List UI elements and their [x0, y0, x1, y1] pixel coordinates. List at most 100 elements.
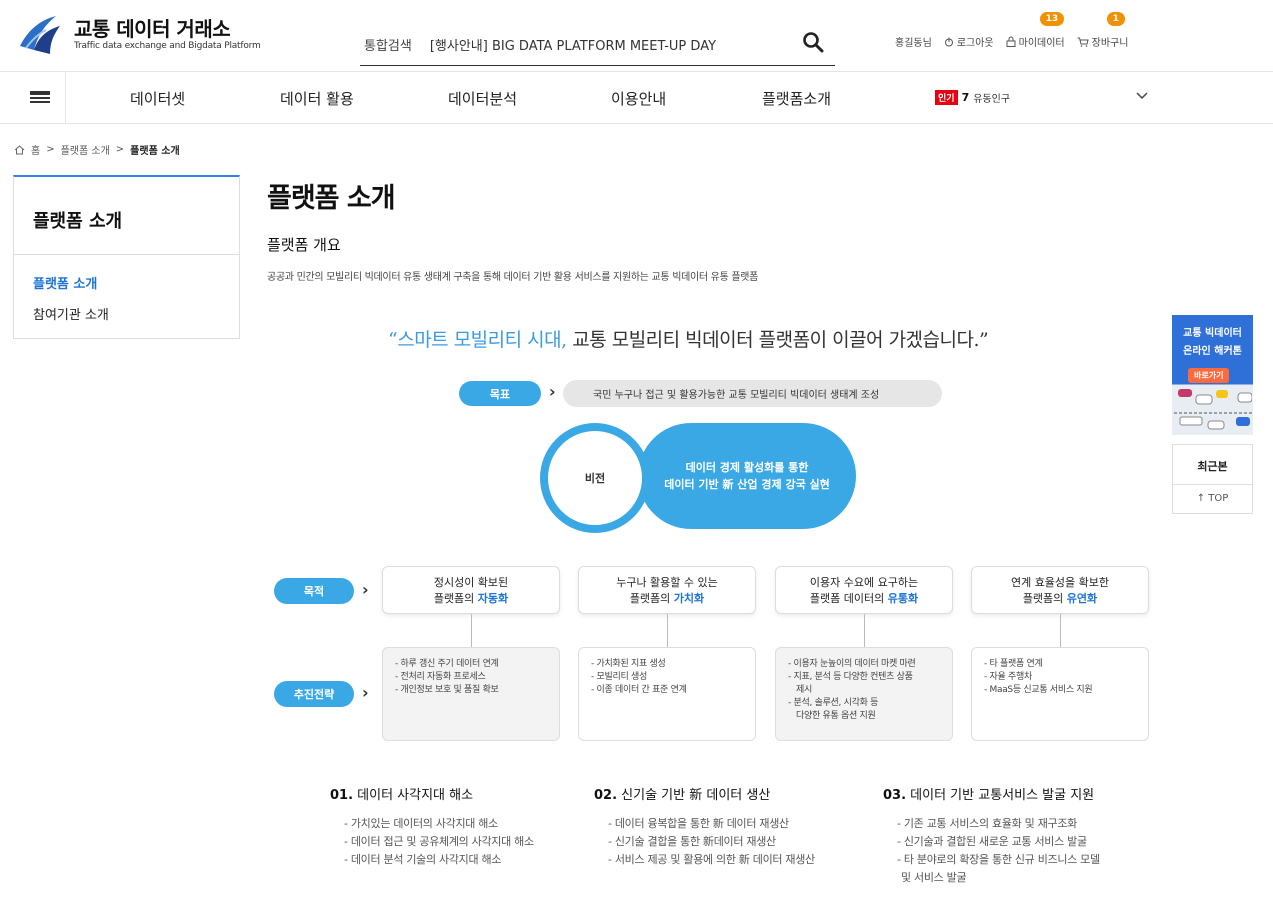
column-item: - 데이터 융복합을 통한 新 데이터 재생산: [608, 817, 789, 830]
column-item: - 가치있는 데이터의 사각지대 해소: [344, 817, 498, 830]
main-nav: 데이터셋 데이터 활용 데이터분석 이용안내 플랫폼소개 인기 7 유동인구: [0, 72, 1273, 124]
vision-line2: 데이터 기반 新 산업 경제 강국 실현: [664, 478, 830, 491]
search-input[interactable]: [429, 37, 790, 52]
purpose-keyword: 유연화: [1066, 592, 1098, 605]
trend-word: 유동인구: [973, 94, 1011, 105]
purpose-line: 연계 효율성을 확보한: [1010, 576, 1110, 589]
logout-label: 로그아웃: [956, 38, 994, 49]
sidebar: 플랫폼 소개 플랫폼 소개 참여기관 소개: [13, 175, 240, 339]
column-item: - 서비스 제공 및 활용에 의한 新 데이터 재생산: [608, 853, 815, 866]
hackathon-banner[interactable]: 교통 빅데이터 온라인 해커톤 바로가기: [1172, 315, 1253, 435]
strategy-box: - 이용자 눈높이의 데이터 마켓 마련 - 지표, 분석 등 다양한 컨텐츠 …: [775, 647, 953, 741]
hackathon-line1: 교통 빅데이터: [1183, 328, 1242, 339]
connector-line: [864, 614, 865, 648]
purpose-keyword: 자동화: [477, 592, 509, 605]
nav-item-analysis[interactable]: 데이터분석: [448, 88, 517, 109]
page-title: 플랫폼 소개: [267, 183, 396, 214]
purpose-prefix: 플랫폼의: [433, 592, 478, 605]
trend-rank: 7: [961, 91, 970, 104]
connector-line: [1060, 614, 1061, 648]
strategy-item: - 가치화된 지표 생성: [591, 659, 666, 669]
cart-icon: [1077, 37, 1089, 47]
mydata-count-badge: 13: [1039, 12, 1065, 26]
breadcrumb-current: 플랫폼 소개: [130, 146, 180, 157]
purpose-prefix: 플랫폼 데이터의: [809, 592, 888, 605]
strategy-box: - 타 플랫폼 연계 - 자율 주행차 - MaaS등 신교통 서비스 지원: [971, 647, 1149, 741]
menu-icon[interactable]: [14, 72, 66, 124]
vision-circle: 비전: [540, 423, 650, 533]
section-title: 플랫폼 개요: [267, 236, 341, 254]
column-number: 03.: [883, 788, 907, 803]
goal-pill: 목표: [459, 381, 541, 406]
connector-line: [471, 614, 472, 648]
column-item: - 타 분야로의 확장을 통한 신규 비즈니스 모델: [897, 853, 1100, 866]
user-name: 홍길동님: [895, 38, 932, 49]
strategy-pill: 추진전략: [274, 681, 354, 707]
slogan-highlight: 스마트 모빌리티 시대,: [397, 329, 567, 351]
breadcrumb-home[interactable]: 홈: [31, 142, 40, 157]
cart-button[interactable]: 1 장바구니: [1077, 12, 1129, 49]
hackathon-line2: 온라인 해커톤: [1183, 346, 1242, 357]
strategy-item: - 자율 주행차: [984, 672, 1032, 682]
strategy-item: - 개인정보 보호 및 품질 확보: [395, 685, 499, 695]
chevron-down-icon[interactable]: [1133, 86, 1151, 104]
strategy-item: - 타 플랫폼 연계: [984, 659, 1043, 669]
logo-subtitle: Traffic data exchange and Bigdata Platfo…: [74, 41, 261, 51]
column-number: 02.: [594, 788, 618, 803]
slogan: “스마트 모빌리티 시대, 교통 모빌리티 빅데이터 플랫폼이 이끌어 가겠습니…: [388, 325, 989, 352]
lock-icon: [1006, 36, 1016, 47]
home-icon[interactable]: [14, 144, 25, 155]
nav-item-data-use[interactable]: 데이터 활용: [280, 88, 354, 109]
column-title: 데이터 기반 교통서비스 발굴 지원: [906, 788, 1095, 803]
nav-item-guide[interactable]: 이용안내: [611, 88, 666, 109]
header: 교통 데이터 거래소 Traffic data exchange and Big…: [0, 0, 1273, 72]
mydata-label: 마이데이터: [1018, 38, 1065, 49]
purpose-box: 누구나 활용할 수 있는 플랫폼의 가치화: [578, 566, 756, 614]
strategy-item: - 분석, 솔루션, 시각화 등: [788, 698, 879, 708]
purpose-prefix: 플랫폼의: [629, 592, 674, 605]
strategy-item: - 전처리 자동화 프로세스: [395, 672, 486, 682]
breadcrumb-sep: >: [46, 144, 55, 155]
nav-item-platform[interactable]: 플랫폼소개: [762, 88, 831, 109]
breadcrumb-level1[interactable]: 플랫폼 소개: [61, 142, 110, 157]
search-icon[interactable]: [801, 30, 825, 54]
utility-menu: 홍길동님 로그아웃 13 마이데이터 1 장바구니: [895, 12, 1129, 49]
purpose-keyword: 유통화: [887, 592, 919, 605]
sidebar-item-platform[interactable]: 플랫폼 소개: [14, 273, 239, 292]
hot-badge: 인기: [935, 90, 958, 105]
site-logo[interactable]: 교통 데이터 거래소 Traffic data exchange and Big…: [16, 10, 261, 58]
strategy-item: - 이용자 눈높이의 데이터 마켓 마련: [788, 659, 916, 669]
strategy-item: - 모빌리티 생성: [591, 672, 647, 682]
strategy-box: - 하루 갱신 주기 데이터 연계 - 전처리 자동화 프로세스 - 개인정보 …: [382, 647, 560, 741]
breadcrumb-sep: >: [115, 144, 125, 155]
top-button[interactable]: ↑ TOP: [1173, 485, 1252, 513]
purpose-arrow-icon: ›: [362, 580, 369, 599]
strategy-item: - 하루 갱신 주기 데이터 연계: [395, 659, 499, 669]
strategy-box: - 가치화된 지표 생성 - 모빌리티 생성 - 이종 데이터 간 표준 연계: [578, 647, 756, 741]
objective-column: 02. 신기술 기반 新 데이터 생산 - 데이터 융복합을 통한 新 데이터 …: [594, 784, 815, 867]
column-item: - 신기술과 결합된 새로운 교통 서비스 발굴: [897, 835, 1087, 848]
logout-button[interactable]: 로그아웃: [944, 34, 994, 49]
logo-title: 교통 데이터 거래소: [74, 17, 231, 41]
vision-line1: 데이터 경제 활성화를 통한: [685, 461, 809, 474]
trending-keyword[interactable]: 인기 7 유동인구: [935, 90, 1010, 105]
hackathon-go-button[interactable]: 바로가기: [1188, 368, 1230, 383]
column-title: 데이터 사각지대 해소: [353, 788, 474, 803]
search-label: 통합검색: [364, 39, 412, 54]
cart-label: 장바구니: [1091, 38, 1129, 49]
nav-item-dataset[interactable]: 데이터셋: [130, 88, 185, 109]
purpose-box: 이용자 수요에 요구하는 플랫폼 데이터의 유통화: [775, 566, 953, 614]
purpose-prefix: 플랫폼의: [1022, 592, 1067, 605]
column-item: - 신기술 결합을 통한 新데이터 재생산: [608, 835, 776, 848]
column-item: - 데이터 접근 및 공유체계의 사각지대 해소: [344, 835, 534, 848]
strategy-item: 다양한 유통 옵션 지원: [796, 711, 876, 721]
goal-arrow-icon: ›: [549, 382, 556, 401]
recent-title[interactable]: 최근본: [1173, 445, 1252, 485]
purpose-pill: 목적: [274, 578, 354, 604]
recent-panel: 최근본 ↑ TOP: [1172, 444, 1253, 514]
sidebar-item-partners[interactable]: 참여기관 소개: [14, 304, 239, 323]
mydata-button[interactable]: 13 마이데이터: [1006, 12, 1065, 49]
logo-icon: [20, 16, 60, 54]
strategy-item: 제시: [796, 685, 812, 695]
purpose-line: 누구나 활용할 수 있는: [616, 576, 718, 589]
